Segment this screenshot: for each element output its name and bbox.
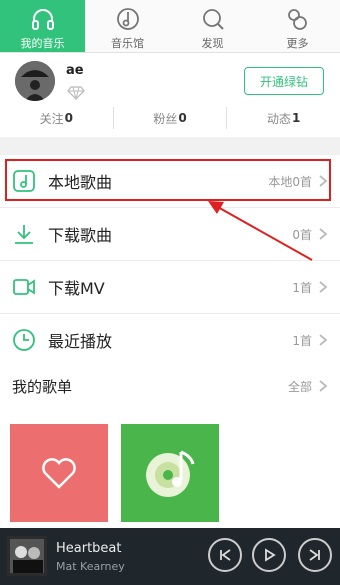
stat-value: 1	[292, 111, 301, 125]
songlist-header[interactable]: 我的歌单 全部	[0, 363, 340, 409]
open-vip-button[interactable]: 开通绿钻	[244, 67, 324, 95]
skip-next-icon	[309, 549, 320, 561]
tab-label: 发现	[201, 37, 224, 50]
username[interactable]: ae	[66, 63, 84, 78]
annotation-arrow	[208, 201, 313, 261]
menu-item-label: 下载MV	[48, 279, 105, 298]
annotation-highlight-box	[5, 159, 331, 201]
tab-label: 我的音乐	[20, 37, 65, 50]
mini-player: Heartbeat Mat Kearney	[0, 528, 340, 585]
more-icon	[287, 9, 307, 30]
search-icon	[202, 9, 224, 30]
stat-value: 0	[178, 111, 187, 125]
menu-item-count: 1首	[292, 333, 312, 348]
chevron-right-icon	[319, 281, 328, 293]
profile-stats: 关注 0 粉丝 0 动态 1	[0, 107, 340, 129]
stat-label: 动态	[266, 111, 291, 126]
menu-item-recently-played[interactable]: 最近播放 1首	[0, 314, 340, 367]
video-icon	[12, 275, 36, 299]
previous-button[interactable]	[208, 538, 242, 572]
cd-music-icon	[146, 450, 195, 497]
track-title: Heartbeat	[56, 541, 122, 556]
stat-label: 粉丝	[153, 111, 178, 126]
tab-label: 音乐馆	[111, 37, 144, 50]
songlist-title: 我的歌单	[12, 377, 73, 396]
avatar[interactable]	[15, 61, 55, 101]
tab-discover[interactable]: 发现	[170, 0, 255, 52]
album-cover[interactable]	[7, 536, 47, 576]
play-button[interactable]	[252, 538, 286, 572]
profile-card: ae 开通绿钻 关注 0 粉丝 0 动态 1	[0, 53, 340, 137]
download-icon	[12, 222, 36, 246]
songlist-cards	[0, 409, 340, 528]
diamond-icon[interactable]	[67, 85, 85, 104]
stat-activity[interactable]: 动态 1	[227, 107, 340, 129]
chevron-right-icon	[319, 380, 328, 392]
songlist-card-cd[interactable]	[121, 424, 219, 522]
play-icon	[265, 548, 276, 562]
chevron-right-icon	[319, 334, 328, 346]
top-tab-bar: 我的音乐 音乐馆 发现 更多	[0, 0, 340, 53]
songlist-all-link[interactable]: 全部	[288, 378, 312, 395]
stat-followers[interactable]: 粉丝 0	[112, 107, 228, 129]
clock-icon	[12, 328, 36, 352]
tab-my-music[interactable]: 我的音乐	[0, 0, 85, 52]
stat-following[interactable]: 关注 0	[0, 107, 113, 129]
headphones-icon	[31, 9, 54, 30]
stat-label: 关注	[39, 111, 64, 126]
stat-value: 0	[64, 111, 74, 125]
music-note-icon	[116, 8, 139, 30]
tab-label: 更多	[286, 37, 309, 50]
menu-item-count: 1首	[292, 280, 312, 295]
heart-icon	[42, 458, 76, 489]
tab-music-hall[interactable]: 音乐馆	[85, 0, 170, 52]
menu-item-downloaded-mv[interactable]: 下载MV 1首	[0, 261, 340, 314]
track-artist: Mat Kearney	[56, 560, 125, 573]
tab-more[interactable]: 更多	[255, 0, 340, 52]
next-button[interactable]	[298, 538, 332, 572]
skip-previous-icon	[220, 549, 231, 561]
songlist-card-favorites[interactable]	[10, 424, 108, 522]
menu-item-label: 最近播放	[48, 332, 113, 351]
